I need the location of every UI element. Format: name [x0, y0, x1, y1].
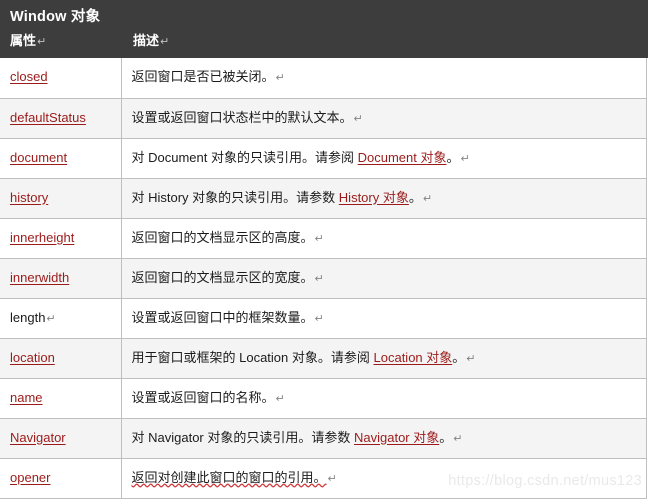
cell-description: 返回对创建此窗口的窗口的引用。↵	[121, 458, 647, 499]
cell-property: innerheight	[0, 218, 122, 259]
cell-property: document	[0, 138, 122, 179]
description-text: 返回窗口的文档显示区的高度。	[131, 229, 314, 245]
table-row: name 设置或返回窗口的名称。↵	[0, 378, 647, 419]
cell-description: 返回窗口是否已被关闭。↵	[121, 58, 647, 99]
description-text: 返回窗口的文档显示区的宽度。	[131, 269, 314, 285]
cell-property: location	[0, 338, 122, 379]
cell-description: 设置或返回窗口中的框架数量。↵	[121, 298, 647, 339]
pilcrow-icon: ↵	[327, 472, 337, 485]
pilcrow-icon: ↵	[453, 432, 463, 445]
reference-link[interactable]: Navigator 对象	[354, 430, 439, 445]
property-link[interactable]: location	[10, 350, 55, 365]
description-suffix: 。	[452, 349, 466, 365]
window-properties-table: closed 返回窗口是否已被关闭。↵ defaultStatus 设置或返回窗口状态…	[0, 0, 647, 499]
description-text: 返回窗口是否已被关闭。	[131, 69, 275, 85]
description-text: 设置或返回窗口的名称。	[131, 389, 275, 405]
reference-link[interactable]: Location 对象	[374, 350, 453, 365]
cell-description: 设置或返回窗口的名称。↵	[121, 378, 647, 419]
document-page: Window 对象 属性↵ 描述↵ closed 返回窗口是否已被关闭。↵ defa…	[0, 0, 648, 501]
cell-description: 返回窗口的文档显示区的高度。↵	[121, 218, 647, 259]
cell-property: name	[0, 378, 122, 419]
description-suffix: 。	[439, 429, 453, 445]
cell-property: Navigator	[0, 418, 122, 459]
property-link[interactable]: innerheight	[10, 230, 74, 245]
cell-property: length↵	[0, 298, 122, 339]
table-row: Navigator 对 Navigator 对象的只读引用。请参数 Navigat…	[0, 418, 647, 459]
table-row: history 对 History 对象的只读引用。请参数 History 对象。…	[0, 178, 647, 219]
description-text: 用于窗口或框架的 Location 对象。请参阅	[131, 349, 374, 365]
header-spacer-cell-description	[121, 0, 646, 58]
table-row: document 对 Document 对象的只读引用。请参阅 Document …	[0, 138, 647, 179]
cell-description: 对 Navigator 对象的只读引用。请参数 Navigator 对象。↵	[121, 418, 647, 459]
pilcrow-icon: ↵	[460, 152, 470, 165]
property-link[interactable]: Navigator	[10, 430, 66, 445]
pilcrow-icon: ↵	[314, 232, 324, 245]
table-row: defaultStatus 设置或返回窗口状态栏中的默认文本。↵	[0, 98, 647, 139]
table-row: opener 返回对创建此窗口的窗口的引用。↵	[0, 458, 647, 499]
description-text: 对 Navigator 对象的只读引用。请参数	[131, 429, 354, 445]
cell-property: closed	[0, 58, 122, 99]
property-label: length	[10, 309, 46, 325]
reference-link[interactable]: Document 对象	[358, 150, 447, 165]
cell-description: 返回窗口的文档显示区的宽度。↵	[121, 258, 647, 299]
property-link[interactable]: history	[10, 190, 48, 205]
table-row: closed 返回窗口是否已被关闭。↵	[0, 58, 647, 99]
pilcrow-icon: ↵	[275, 392, 285, 405]
pilcrow-icon: ↵	[46, 312, 56, 325]
cell-property: opener	[0, 458, 122, 499]
cell-property: innerwidth	[0, 258, 122, 299]
pilcrow-icon: ↵	[422, 192, 433, 205]
pilcrow-icon: ↵	[314, 312, 324, 325]
table-row: innerwidth 返回窗口的文档显示区的宽度。↵	[0, 258, 647, 299]
pilcrow-icon: ↵	[275, 72, 285, 85]
description-text: 对 History 对象的只读引用。请参数	[131, 189, 339, 205]
table-row: length↵ 设置或返回窗口中的框架数量。↵	[0, 298, 647, 339]
property-link[interactable]: document	[10, 150, 67, 165]
reference-link[interactable]: History 对象	[339, 190, 409, 205]
cell-description: 对 Document 对象的只读引用。请参阅 Document 对象。↵	[121, 138, 647, 179]
cell-description: 用于窗口或框架的 Location 对象。请参阅 Location 对象。↵	[121, 338, 647, 379]
description-text: 设置或返回窗口中的框架数量。	[131, 309, 314, 325]
property-link[interactable]: opener	[10, 470, 50, 485]
pilcrow-icon: ↵	[353, 112, 363, 125]
property-link[interactable]: name	[10, 390, 43, 405]
table-row: innerheight 返回窗口的文档显示区的高度。↵	[0, 218, 647, 259]
cell-property: defaultStatus	[0, 98, 122, 139]
property-link[interactable]: defaultStatus	[10, 110, 86, 125]
cell-description: 设置或返回窗口状态栏中的默认文本。↵	[121, 98, 647, 139]
description-suffix: 。	[408, 189, 422, 205]
description-suffix: 。	[446, 149, 460, 165]
property-link[interactable]: innerwidth	[10, 270, 69, 285]
cell-description: 对 History 对象的只读引用。请参数 History 对象。↵	[121, 178, 647, 219]
header-spacer-cell-property	[0, 0, 121, 58]
description-text: 设置或返回窗口状态栏中的默认文本。	[131, 109, 353, 125]
description-text: 返回对创建此窗口的窗口的引用。	[131, 469, 327, 485]
table-row: location 用于窗口或框架的 Location 对象。请参阅 Locatio…	[0, 338, 647, 379]
pilcrow-icon: ↵	[314, 272, 324, 285]
cell-property: history	[0, 178, 122, 219]
header-spacer-row	[0, 0, 646, 58]
property-link[interactable]: closed	[10, 69, 48, 84]
description-text: 对 Document 对象的只读引用。请参阅	[131, 149, 358, 165]
pilcrow-icon: ↵	[466, 352, 476, 365]
table-body: closed 返回窗口是否已被关闭。↵ defaultStatus 设置或返回窗口状态…	[0, 0, 647, 499]
